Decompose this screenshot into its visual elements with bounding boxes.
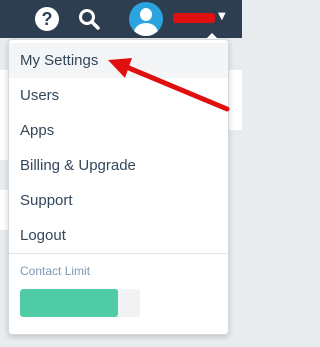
menu-item-support[interactable]: Support: [9, 183, 228, 218]
contact-limit-bar: [20, 289, 140, 317]
menu-item-billing-upgrade[interactable]: Billing & Upgrade: [9, 148, 228, 183]
menu-item-apps[interactable]: Apps: [9, 113, 228, 148]
menu-item-users[interactable]: Users: [9, 78, 228, 113]
background-card: [229, 70, 242, 130]
account-dropdown-menu: My Settings Users Apps Billing & Upgrade…: [8, 39, 229, 335]
menu-divider: [9, 253, 228, 254]
contact-limit-fill: [20, 289, 119, 317]
menu-item-logout[interactable]: Logout: [9, 218, 228, 253]
contact-limit-label: Contact Limit: [20, 264, 91, 278]
redacted-account-name[interactable]: [173, 13, 215, 23]
avatar[interactable]: [129, 2, 163, 36]
search-icon[interactable]: [77, 7, 101, 31]
help-icon[interactable]: ?: [35, 7, 59, 31]
menu-item-my-settings[interactable]: My Settings: [9, 43, 228, 78]
chevron-down-icon[interactable]: ▼: [218, 12, 228, 22]
